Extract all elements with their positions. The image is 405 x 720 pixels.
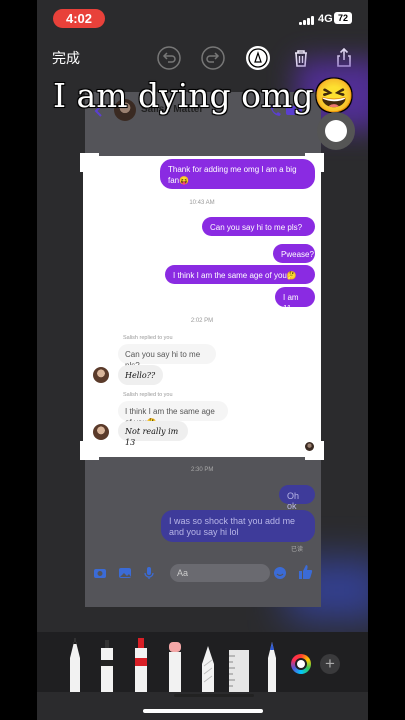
crop-handle-bottom-right[interactable] — [305, 441, 324, 460]
color-picker-icon[interactable] — [291, 654, 311, 674]
quoted-message: I think I am the same age of you🤔 — [118, 401, 228, 427]
eraser-tool-icon[interactable] — [167, 636, 183, 692]
home-bar — [143, 709, 263, 713]
message-bubble: Can you say hi to me pls? — [202, 217, 315, 236]
message-bubble: I was so shock that you add me and you s… — [161, 510, 315, 542]
battery-icon: 72 — [334, 12, 352, 24]
record-button[interactable] — [317, 112, 355, 150]
camera-icon — [94, 569, 106, 578]
undo-icon[interactable] — [156, 45, 182, 71]
markup-tool-tray — [37, 632, 368, 692]
signal-icon — [299, 15, 315, 25]
message-bubble: Hello?? — [118, 365, 163, 385]
crop-handle-bottom-left[interactable] — [80, 441, 99, 460]
message-bubble: I am 11 — [275, 287, 315, 313]
crop-selection[interactable]: Thank for adding me omg I am a big fan😝 … — [80, 153, 324, 460]
redo-icon[interactable] — [200, 45, 226, 71]
message-bubble: Pwease? — [273, 244, 315, 263]
overlay-caption: I am dying omg😆 — [53, 76, 355, 115]
network-type: 4G — [318, 13, 333, 25]
microphone-icon — [144, 567, 154, 579]
done-button[interactable]: 完成 — [52, 48, 80, 68]
message-bubble: Not really im 13 — [118, 421, 188, 447]
lasso-tool-icon[interactable] — [200, 636, 216, 692]
crop-handle-top-left[interactable] — [80, 153, 99, 172]
image-icon — [119, 568, 131, 578]
status-time: 4:02 — [53, 9, 105, 28]
pen-tool-icon[interactable] — [68, 636, 82, 692]
read-receipt: 已读 — [291, 547, 304, 553]
compose-bar: Aa — [85, 557, 321, 589]
avatar — [93, 424, 109, 440]
marker-tool-icon[interactable] — [99, 636, 115, 692]
message-bubble: Oh ok — [279, 485, 315, 511]
message-input[interactable]: Aa — [170, 564, 270, 582]
emoji-icon — [274, 567, 286, 579]
fountain-pen-tool-icon[interactable] — [266, 636, 278, 692]
add-tool-button[interactable]: + — [320, 654, 340, 674]
timestamp: 10:43 AM — [189, 200, 215, 206]
reply-label: Salish replied to you — [123, 392, 173, 398]
avatar — [93, 367, 109, 383]
timestamp: 2:30 PM — [191, 467, 214, 473]
message-bubble: Thank for adding me omg I am a big fan😝 — [160, 159, 315, 189]
home-indicator — [174, 694, 254, 697]
message-bubble: I think I am the same age of you🤔 — [165, 265, 315, 284]
crop-handle-top-right[interactable] — [305, 153, 324, 172]
reply-label: Salish replied to you — [123, 335, 173, 341]
timestamp: 2:02 PM — [190, 318, 214, 324]
highlighter-tool-icon[interactable] — [133, 636, 149, 692]
thumbs-up-icon — [299, 565, 313, 579]
ruler-tool-icon[interactable] — [228, 636, 250, 692]
screenshot-editor: 4:02 4G 72 完成 Salish Matter 2:30 PM Oh o… — [37, 0, 368, 720]
quoted-message: Can you say hi to me pls? — [118, 344, 216, 370]
status-bar: 4:02 4G 72 — [37, 0, 368, 36]
markup-pen-icon[interactable] — [245, 45, 271, 71]
